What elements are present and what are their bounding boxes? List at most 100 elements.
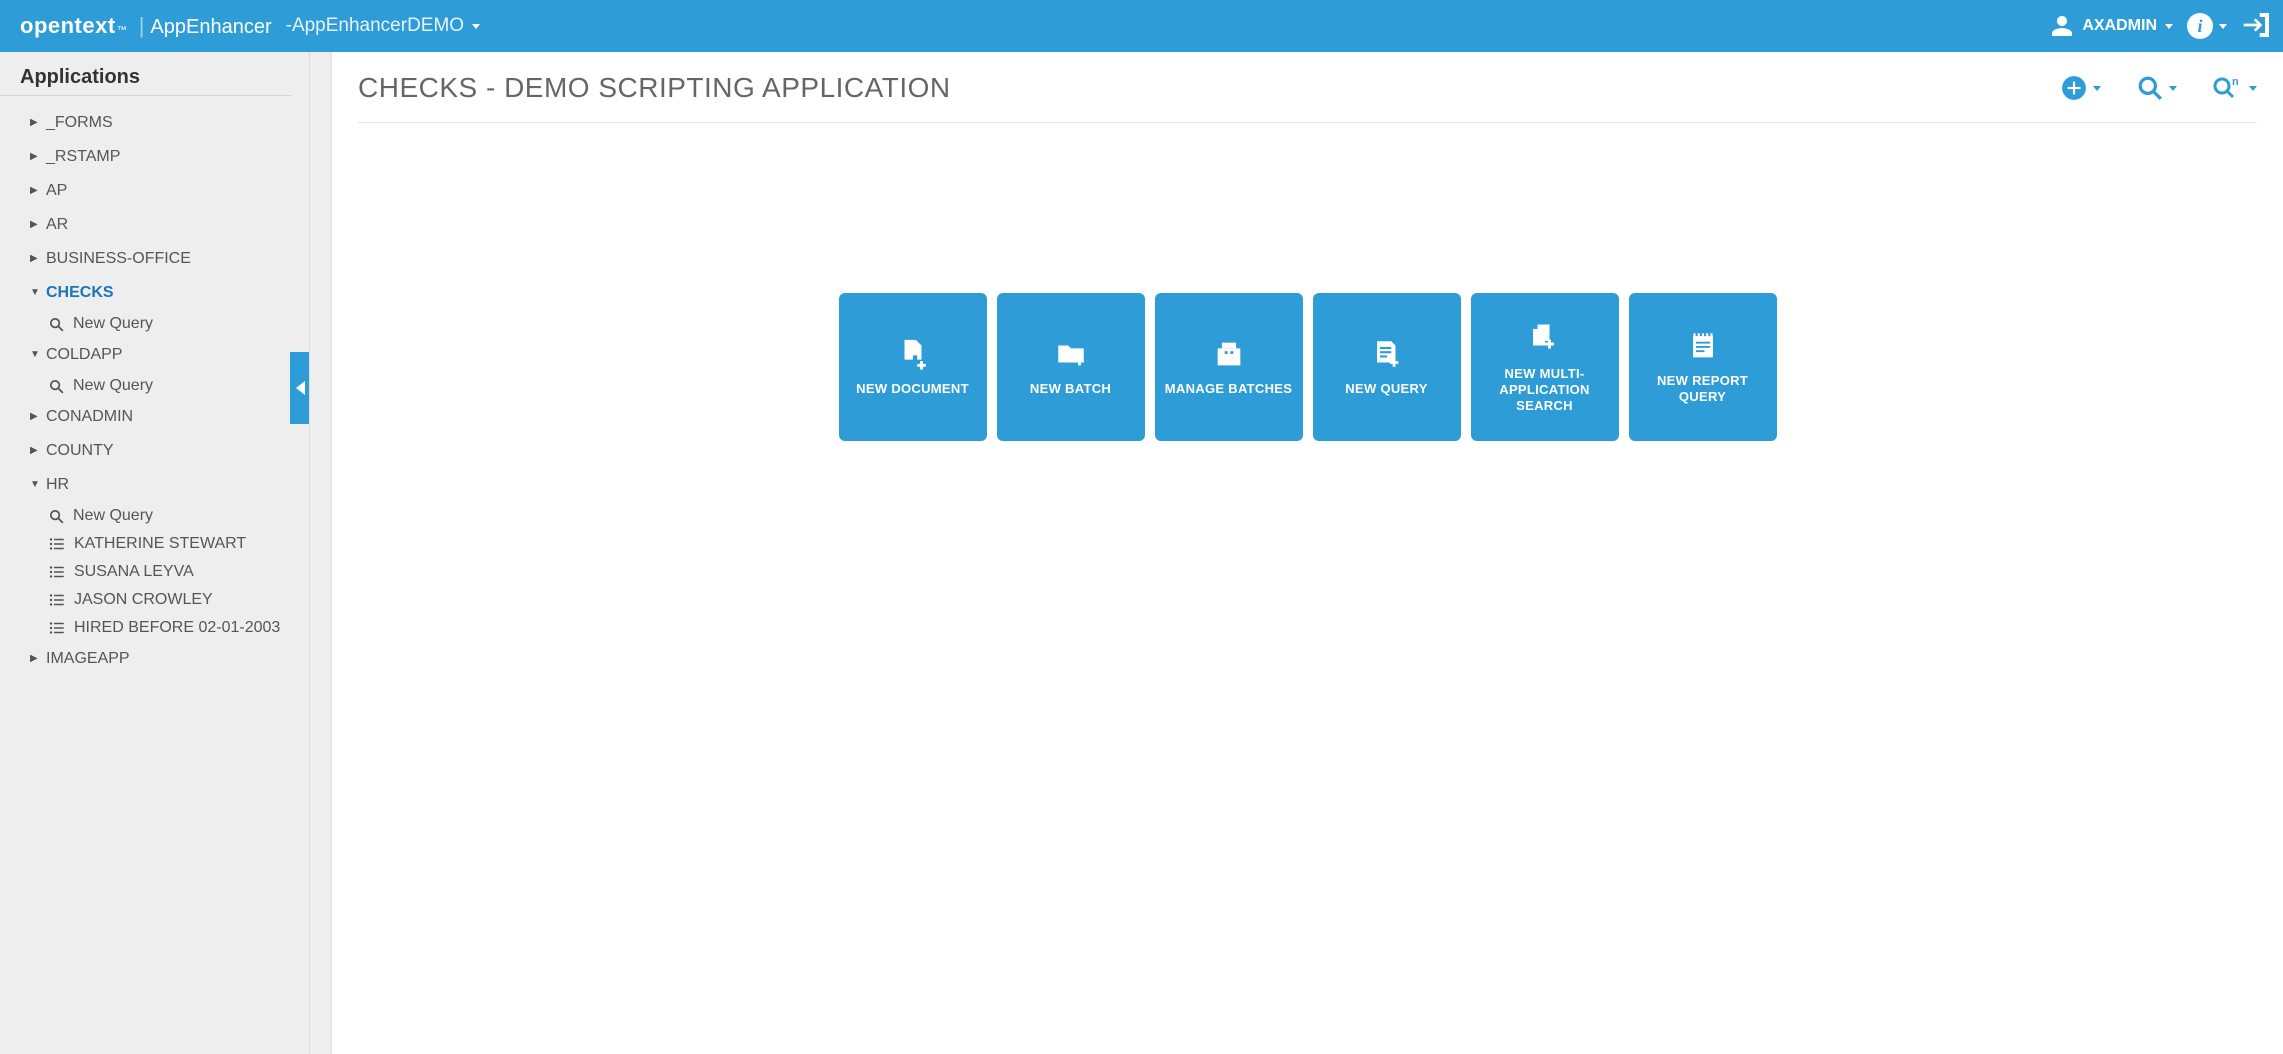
tile-new-report-query[interactable]: NEW REPORT QUERY bbox=[1629, 293, 1777, 441]
new-query-link[interactable]: New Query bbox=[4, 502, 299, 530]
sidebar-item-hr[interactable]: ▼HR bbox=[4, 468, 299, 502]
brand-app: AppEnhancer bbox=[150, 16, 271, 39]
sidebar-title: Applications bbox=[0, 66, 291, 96]
tile-label: NEW DOCUMENT bbox=[856, 381, 969, 397]
sidebar-item-imageapp[interactable]: ▶ IMAGEAPP bbox=[4, 642, 299, 676]
tile-label: MANAGE BATCHES bbox=[1165, 381, 1292, 397]
caret-down-icon bbox=[2169, 86, 2177, 91]
new-query-icon bbox=[1370, 337, 1404, 371]
sidebar-item-ar[interactable]: ▶AR bbox=[4, 208, 299, 242]
caret-right-icon: ▶ bbox=[30, 112, 40, 134]
saved-query-item[interactable]: KATHERINE STEWART bbox=[4, 530, 299, 558]
sidebar-item--forms[interactable]: ▶ _FORMS bbox=[4, 106, 299, 140]
advanced-search-button[interactable]: n bbox=[2213, 75, 2257, 101]
sidebar-item-label: BUSINESS-OFFICE bbox=[46, 248, 191, 270]
page-header: CHECKS - DEMO SCRIPTING APPLICATION n bbox=[358, 72, 2257, 123]
content-area: CHECKS - DEMO SCRIPTING APPLICATION n bbox=[332, 52, 2283, 1054]
user-menu[interactable]: AXADMIN bbox=[2050, 14, 2173, 38]
multi-search-icon: n bbox=[2213, 75, 2243, 101]
caret-down-icon bbox=[2219, 24, 2227, 29]
sidebar-item--rstamp[interactable]: ▶ _RSTAMP bbox=[4, 140, 299, 174]
new-query-link[interactable]: New Query bbox=[4, 372, 299, 400]
add-button[interactable] bbox=[2061, 75, 2101, 101]
sidebar-item-label: IMAGEAPP bbox=[46, 648, 130, 670]
brand-logo: opentext ™ | AppEnhancer bbox=[20, 13, 272, 39]
search-icon bbox=[48, 378, 65, 395]
tile-new-query[interactable]: NEW QUERY bbox=[1313, 293, 1461, 441]
sidebar-item-conadmin[interactable]: ▶ CONADMIN bbox=[4, 400, 299, 434]
logout-button[interactable] bbox=[2241, 9, 2273, 44]
tile-label: NEW MULTI-APPLICATION SEARCH bbox=[1479, 366, 1611, 415]
caret-down-icon: ▼ bbox=[30, 344, 40, 366]
search-icon bbox=[2137, 75, 2163, 101]
user-icon bbox=[2050, 14, 2074, 38]
tree-child-label: New Query bbox=[73, 507, 153, 525]
plus-circle-icon bbox=[2061, 75, 2087, 101]
sidebar-item-ap[interactable]: ▶ AP bbox=[4, 174, 299, 208]
caret-down-icon: ▼ bbox=[30, 474, 40, 496]
brand-tm: ™ bbox=[117, 25, 127, 36]
tile-manage-batches[interactable]: MANAGE BATCHES bbox=[1155, 293, 1303, 441]
tile-new-multi-app-search[interactable]: NEW MULTI-APPLICATION SEARCH bbox=[1471, 293, 1619, 441]
caret-right-icon: ▶ bbox=[30, 146, 40, 168]
search-icon bbox=[48, 508, 65, 525]
new-document-icon bbox=[896, 337, 930, 371]
caret-right-icon: ▶ bbox=[30, 180, 40, 202]
sidebar-item-label: COUNTY bbox=[46, 440, 114, 462]
instance-dropdown[interactable]: - AppEnhancerDEMO bbox=[286, 15, 480, 37]
caret-down-icon bbox=[472, 24, 480, 29]
info-icon: i bbox=[2187, 13, 2213, 39]
new-report-icon bbox=[1686, 329, 1720, 363]
caret-down-icon: ▼ bbox=[30, 282, 40, 304]
new-batch-icon bbox=[1054, 337, 1088, 371]
caret-down-icon bbox=[2165, 24, 2173, 29]
saved-query-item[interactable]: SUSANA LEYVA bbox=[4, 558, 299, 586]
main-area: Applications ▶_FORMS▶_RSTAMP▶AP▶AR▶BUSIN… bbox=[0, 52, 2283, 1054]
manage-batches-icon bbox=[1212, 337, 1246, 371]
multi-app-search-icon bbox=[1527, 320, 1563, 356]
sidebar-item-label: COLDAPP bbox=[46, 344, 122, 366]
saved-query-item[interactable]: HIRED BEFORE 02-01-2003 bbox=[4, 614, 299, 642]
info-menu[interactable]: i bbox=[2187, 13, 2227, 39]
caret-right-icon: ▶ bbox=[30, 248, 40, 270]
sidebar-item-business-office[interactable]: ▶ BUSINESS-OFFICE bbox=[4, 242, 299, 276]
page-actions: n bbox=[2061, 75, 2257, 101]
top-bar: opentext ™ | AppEnhancer - AppEnhancerDE… bbox=[0, 0, 2283, 52]
new-query-link[interactable]: New Query bbox=[4, 310, 299, 338]
caret-right-icon: ▶ bbox=[30, 440, 40, 462]
tile-new-document[interactable]: NEW DOCUMENT bbox=[839, 293, 987, 441]
sidebar-item-label: CHECKS bbox=[46, 282, 114, 304]
logout-icon bbox=[2241, 9, 2273, 41]
sidebar-item-label: CONADMIN bbox=[46, 406, 133, 428]
sidebar-item-label: AR bbox=[46, 214, 68, 236]
tree-child-label: HIRED BEFORE 02-01-2003 bbox=[74, 619, 280, 637]
tile-label: NEW BATCH bbox=[1030, 381, 1111, 397]
saved-query-item[interactable]: JASON CROWLEY bbox=[4, 586, 299, 614]
list-icon bbox=[48, 563, 66, 581]
sidebar-item-label: _FORMS bbox=[46, 112, 113, 134]
caret-right-icon: ▶ bbox=[30, 406, 40, 428]
tile-label: NEW REPORT QUERY bbox=[1637, 373, 1769, 406]
caret-right-icon: ▶ bbox=[30, 648, 40, 670]
sidebar-item-county[interactable]: ▶ COUNTY bbox=[4, 434, 299, 468]
instance-name: AppEnhancerDEMO bbox=[292, 15, 464, 37]
list-icon bbox=[48, 535, 66, 553]
svg-text:n: n bbox=[2232, 76, 2239, 88]
applications-tree: ▶_FORMS▶_RSTAMP▶AP▶AR▶BUSINESS-OFFICE▼CH… bbox=[0, 106, 309, 676]
tile-new-batch[interactable]: NEW BATCH bbox=[997, 293, 1145, 441]
sidebar-item-label: _RSTAMP bbox=[46, 146, 120, 168]
sidebar-item-checks[interactable]: ▼ CHECKS bbox=[4, 276, 299, 310]
list-icon bbox=[48, 591, 66, 609]
sidebar-collapse-handle[interactable] bbox=[290, 352, 310, 424]
search-button[interactable] bbox=[2137, 75, 2177, 101]
brand-text: opentext bbox=[20, 13, 116, 39]
sidebar-item-label: AP bbox=[46, 180, 67, 202]
page-title: CHECKS - DEMO SCRIPTING APPLICATION bbox=[358, 72, 951, 104]
sidebar-gutter bbox=[310, 52, 332, 1054]
sidebar-item-coldapp[interactable]: ▼ COLDAPP bbox=[4, 338, 299, 372]
sidebar: Applications ▶_FORMS▶_RSTAMP▶AP▶AR▶BUSIN… bbox=[0, 52, 310, 1054]
caret-down-icon bbox=[2249, 86, 2257, 91]
list-icon bbox=[48, 619, 66, 637]
tile-label: NEW QUERY bbox=[1345, 381, 1427, 397]
search-icon bbox=[48, 316, 65, 333]
